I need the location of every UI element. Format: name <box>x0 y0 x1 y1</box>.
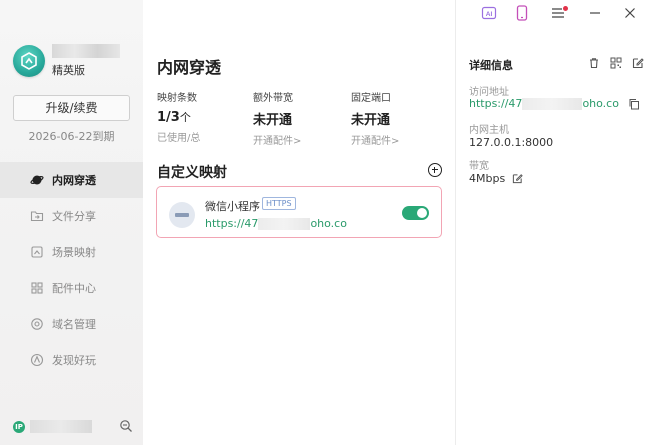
grid-icon <box>30 281 44 295</box>
mapping-toggle[interactable] <box>402 206 429 220</box>
sidebar-item-file-share[interactable]: 文件分享 <box>0 198 143 234</box>
bandwidth-value: 4Mbps <box>469 172 506 185</box>
sidebar-nav: 内网穿透 文件分享 场景映射 配件中心 域名管理 发现好玩 <box>0 162 143 378</box>
discover-icon <box>30 353 44 367</box>
open-accessory-link[interactable]: 开通配件> <box>351 132 399 147</box>
edit-bandwidth-icon[interactable] <box>512 173 524 185</box>
host-value: 127.0.0.1:8000 <box>469 136 554 149</box>
stat-fixed-port: 固定端口 未开通 开通配件> <box>351 89 399 147</box>
url-prefix: https://47 <box>469 97 523 110</box>
stat-value: 未开通 <box>253 113 293 128</box>
stat-value: 1/3个 <box>157 109 200 125</box>
url-suffix: oho.co <box>310 217 347 230</box>
edit-icon[interactable] <box>632 57 644 69</box>
add-mapping-button[interactable] <box>428 163 442 177</box>
sidebar-item-accessories[interactable]: 配件中心 <box>0 270 143 306</box>
stat-value: 未开通 <box>351 113 391 128</box>
edition-label: 精英版 <box>52 64 85 77</box>
qrcode-icon[interactable] <box>610 57 622 69</box>
main-panel: 内网穿透 映射条数 1/3个 已使用/总 额外带宽 未开通 开通配件> 固定端口… <box>143 0 455 445</box>
stat-value-number: 1/3 <box>157 110 180 125</box>
sidebar-item-discover[interactable]: 发现好玩 <box>0 342 143 378</box>
sidebar-item-intranet[interactable]: 内网穿透 <box>0 162 143 198</box>
host-label: 内网主机 <box>469 125 509 136</box>
sidebar-item-label: 域名管理 <box>52 318 96 331</box>
sidebar-item-scene-map[interactable]: 场景映射 <box>0 234 143 270</box>
sidebar-item-label: 发现好玩 <box>52 354 96 367</box>
ip-redacted <box>30 420 92 433</box>
mapping-name: 微信小程序 <box>205 200 260 213</box>
domain-icon <box>30 317 44 331</box>
scene-map-icon <box>30 245 44 259</box>
sidebar-item-label: 文件分享 <box>52 210 96 223</box>
ip-badge-icon: IP <box>13 421 25 433</box>
search-zoom-icon[interactable] <box>119 419 133 436</box>
mapping-url[interactable]: https://47 oho.co <box>205 217 347 230</box>
username-redacted <box>52 44 120 58</box>
protocol-badge: HTTPS <box>262 197 296 210</box>
logo-glyph-icon <box>21 52 37 70</box>
expire-date: 2026-06-22到期 <box>28 130 115 143</box>
access-url[interactable]: https://47 oho.co <box>469 97 619 110</box>
details-panel: 详细信息 访问地址 https://47 oho.co 内网主机 127.0.0.… <box>455 0 650 445</box>
trash-icon[interactable] <box>588 57 600 69</box>
bandwidth-label: 带宽 <box>469 161 489 172</box>
url-redacted <box>522 98 583 110</box>
details-title: 详细信息 <box>469 59 513 72</box>
sidebar: 精英版 升级/续费 2026-06-22到期 内网穿透 文件分享 场景映射 配件… <box>0 0 143 445</box>
mapping-card[interactable]: 微信小程序 HTTPS https://47 oho.co <box>156 186 442 238</box>
stat-bandwidth: 额外带宽 未开通 开通配件> <box>253 89 301 147</box>
url-suffix: oho.co <box>582 97 619 110</box>
sidebar-item-label: 配件中心 <box>52 282 96 295</box>
url-prefix: https://47 <box>205 217 259 230</box>
planet-icon <box>30 173 44 187</box>
folder-share-icon <box>30 209 44 223</box>
mapping-type-icon <box>169 202 195 228</box>
renew-button[interactable]: 升级/续费 <box>13 95 130 121</box>
sidebar-item-label: 场景映射 <box>52 246 96 259</box>
stat-label: 固定端口 <box>351 93 391 104</box>
open-accessory-link[interactable]: 开通配件> <box>253 132 301 147</box>
section-title: 自定义映射 <box>157 165 227 181</box>
page-title: 内网穿透 <box>157 58 222 77</box>
sidebar-item-domain[interactable]: 域名管理 <box>0 306 143 342</box>
stat-label: 额外带宽 <box>253 93 293 104</box>
stat-mappings: 映射条数 1/3个 已使用/总 <box>157 89 200 144</box>
access-label: 访问地址 <box>469 87 509 98</box>
copy-icon[interactable] <box>628 98 640 110</box>
app-logo <box>13 45 45 77</box>
toggle-knob <box>417 208 427 218</box>
sidebar-item-label: 内网穿透 <box>52 174 96 187</box>
stat-unit: 个 <box>179 111 191 124</box>
stat-sub: 已使用/总 <box>157 133 201 144</box>
stat-label: 映射条数 <box>157 93 197 104</box>
url-redacted <box>258 218 311 230</box>
